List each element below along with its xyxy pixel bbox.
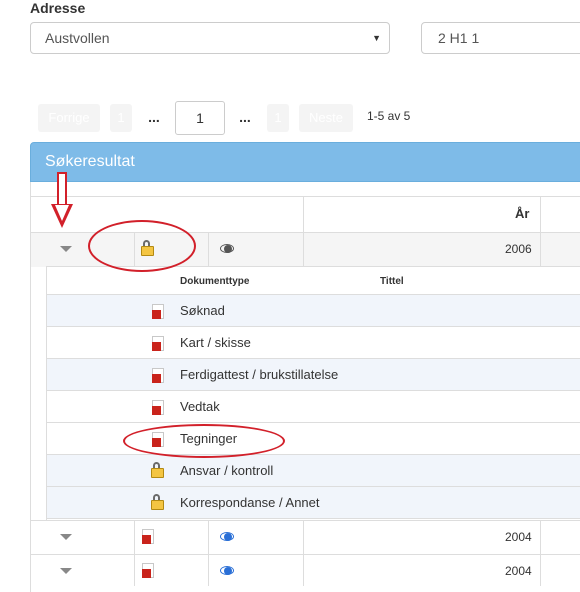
annotation-arrow-head-inner (55, 205, 69, 221)
divider (303, 196, 304, 232)
chevron-down-icon: ▼ (372, 33, 381, 43)
next-page-button[interactable]: Neste (299, 104, 353, 132)
address-label: Adresse (30, 0, 86, 16)
last-page-button[interactable]: 1 (267, 104, 289, 132)
pdf-icon (152, 304, 164, 319)
pagination-ellipsis-2: ... (239, 109, 251, 125)
divider (303, 520, 304, 554)
pdf-icon[interactable] (142, 529, 154, 544)
document-label[interactable]: Kart / skisse (180, 335, 251, 350)
current-page-input[interactable]: 1 (175, 101, 225, 135)
lock-icon (151, 462, 164, 478)
street-select[interactable]: Austvollen ▼ (30, 22, 390, 54)
document-label[interactable]: Vedtak (180, 399, 220, 414)
annotation-circle-tegninger (123, 424, 285, 458)
divider (540, 232, 541, 266)
expand-toggle-icon[interactable] (60, 534, 72, 540)
eye-icon[interactable] (220, 565, 236, 577)
annotation-arrow (57, 172, 67, 206)
divider (134, 520, 135, 554)
lock-icon (151, 494, 164, 510)
list-item[interactable] (47, 295, 580, 326)
divider (46, 518, 580, 519)
divider (208, 520, 209, 554)
divider (540, 196, 541, 232)
street-select-value: Austvollen (45, 30, 110, 46)
expand-toggle-icon[interactable] (60, 246, 72, 252)
document-label: Korrespondanse / Annet (180, 495, 320, 510)
document-label[interactable]: Søknad (180, 303, 225, 318)
divider (31, 554, 580, 555)
divider (303, 232, 304, 266)
house-number-input[interactable]: 2 H1 1 (421, 22, 580, 54)
title-header: Tittel (380, 276, 404, 287)
list-item[interactable] (47, 391, 580, 422)
year-column-header[interactable]: År (515, 206, 529, 221)
annotation-circle-lock (88, 220, 196, 272)
results-panel-title: Søkeresultat (30, 142, 580, 182)
row-year: 2004 (505, 530, 532, 544)
row-year: 2004 (505, 564, 532, 578)
row-year: 2006 (505, 242, 532, 256)
expand-toggle-icon[interactable] (60, 568, 72, 574)
pagination-info: 1-5 av 5 (367, 109, 411, 123)
document-label: Ansvar / kontroll (180, 463, 274, 478)
eye-icon[interactable] (220, 531, 236, 543)
list-item (47, 455, 580, 486)
divider (303, 554, 304, 586)
divider (208, 232, 209, 266)
list-item[interactable] (47, 327, 580, 358)
pdf-icon[interactable] (142, 563, 154, 578)
pdf-icon (152, 400, 164, 415)
pdf-icon (152, 336, 164, 351)
eye-icon[interactable] (220, 243, 236, 255)
pdf-icon (152, 368, 164, 383)
divider (31, 520, 580, 521)
divider (31, 196, 580, 197)
divider (208, 554, 209, 586)
divider (134, 554, 135, 586)
divider (540, 520, 541, 554)
first-page-button[interactable]: 1 (110, 104, 132, 132)
document-label[interactable]: Ferdigattest / brukstillatelse (180, 367, 338, 382)
prev-page-button[interactable]: Forrige (38, 104, 100, 132)
pagination-ellipsis: ... (148, 109, 160, 125)
doc-type-header: Dokumenttype (180, 276, 250, 287)
divider (540, 554, 541, 586)
